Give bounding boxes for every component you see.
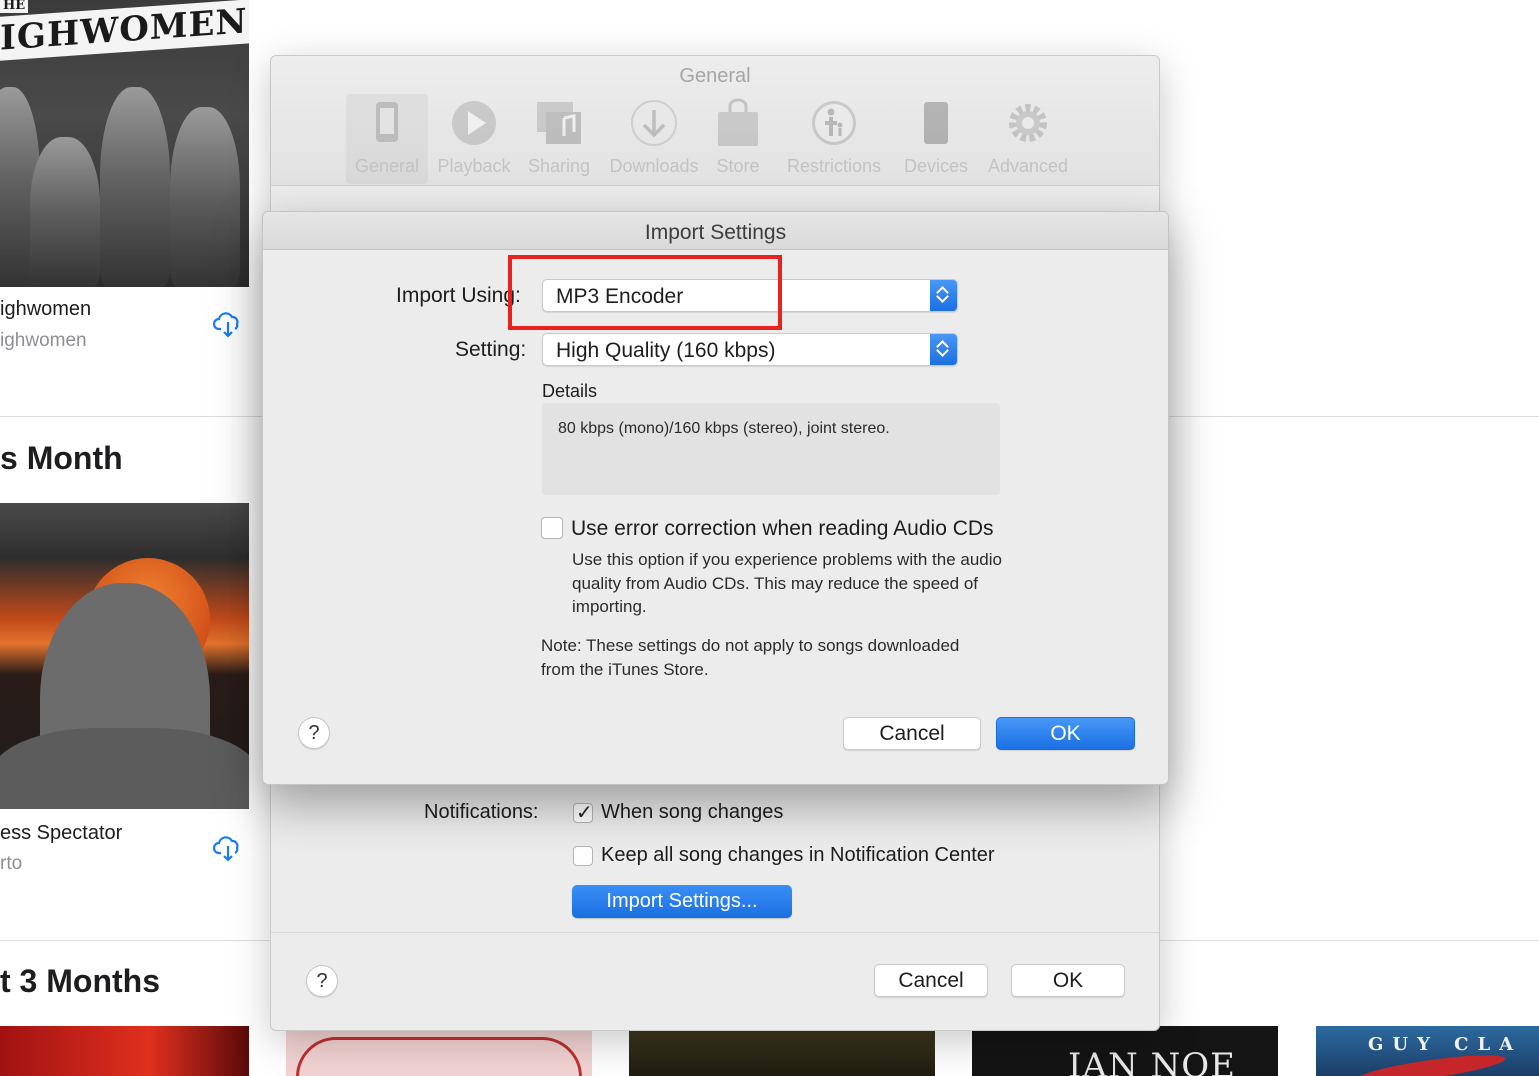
checkmark-icon: ✓ — [576, 802, 593, 824]
details-box: 80 kbps (mono)/160 kbps (stereo), joint … — [542, 403, 1000, 495]
dialog-title: Import Settings — [644, 221, 787, 244]
error-correction-help-text: Use this option if you experience proble… — [572, 550, 1002, 616]
help-button[interactable]: ? — [298, 717, 330, 749]
when-song-changes-label[interactable]: When song changes — [601, 801, 783, 824]
when-song-changes-checkbox[interactable]: ✓ — [573, 802, 593, 824]
sharing-icon — [537, 102, 581, 144]
album-art-text-small: HE — [0, 0, 29, 13]
album-art[interactable] — [629, 1026, 935, 1076]
phone-icon — [376, 102, 398, 142]
error-correction-label[interactable]: Use error correction when reading Audio … — [571, 517, 994, 541]
popup-arrows-icon — [930, 334, 957, 365]
cloud-download-icon[interactable] — [213, 833, 243, 863]
details-label: Details — [542, 381, 598, 401]
tab-restrictions[interactable]: Restrictions — [777, 94, 891, 184]
tab-sharing[interactable]: Sharing — [521, 94, 597, 184]
tab-devices[interactable]: Devices — [897, 94, 975, 184]
tab-playback[interactable]: Playback — [431, 94, 517, 184]
keep-song-changes-label[interactable]: Keep all song changes in Notification Ce… — [601, 844, 995, 867]
divider — [0, 416, 262, 417]
tab-store[interactable]: Store — [708, 94, 768, 184]
tab-label: Playback — [437, 156, 511, 176]
tab-general[interactable]: General — [346, 94, 428, 184]
gear-icon — [1009, 104, 1047, 142]
album-art[interactable] — [286, 1026, 592, 1076]
tab-label: Sharing — [527, 156, 591, 176]
keep-song-changes-checkbox[interactable] — [573, 846, 593, 866]
album-stamp-shape — [296, 1037, 582, 1076]
figure-silhouette — [30, 137, 100, 287]
album-artist[interactable]: ighwomen — [0, 330, 87, 352]
album-art[interactable]: IAN NOE — [972, 1026, 1278, 1076]
album-title[interactable]: ighwomen — [0, 298, 91, 321]
section-heading: t 3 Months — [0, 963, 160, 999]
divider — [1169, 416, 1539, 417]
import-using-label: Import Using: — [396, 284, 521, 307]
divider — [0, 940, 270, 941]
setting-value: High Quality (160 kbps) — [556, 339, 776, 362]
highlight-annotation-box — [508, 255, 782, 330]
ok-button[interactable]: OK — [996, 717, 1135, 750]
tab-label: Restrictions — [786, 156, 882, 176]
help-button[interactable]: ? — [306, 965, 338, 997]
dialog-titlebar: Import Settings — [263, 212, 1168, 250]
cancel-button[interactable]: Cancel — [843, 717, 981, 750]
setting-select[interactable]: High Quality (160 kbps) — [542, 333, 958, 366]
popup-arrows-icon — [930, 280, 957, 311]
album-art-text: IAN NOE — [1068, 1046, 1236, 1076]
tab-label: Downloads — [609, 156, 699, 176]
shoulders-silhouette — [0, 728, 249, 809]
figure-silhouette — [170, 107, 240, 287]
store-bag-icon — [718, 98, 758, 146]
tab-downloads[interactable]: Downloads — [604, 94, 704, 184]
divider — [271, 932, 1159, 933]
figure-silhouette — [100, 87, 170, 287]
note-text: Note: These settings do not apply to son… — [541, 636, 960, 679]
album-art-text: GUY CLA — [1368, 1034, 1523, 1055]
tab-label: Store — [716, 156, 760, 176]
cancel-button[interactable]: Cancel — [874, 964, 988, 997]
album-title[interactable]: ess Spectator — [0, 822, 122, 845]
album-art[interactable]: GUY CLA — [1316, 1026, 1539, 1076]
import-settings-button[interactable]: Import Settings... — [572, 885, 792, 918]
album-art-spectator[interactable] — [0, 503, 249, 809]
tab-advanced[interactable]: Advanced — [981, 94, 1075, 184]
tab-label: Advanced — [987, 156, 1069, 176]
divider — [1160, 940, 1539, 941]
tab-label: General — [354, 156, 420, 176]
play-icon — [452, 101, 496, 145]
album-artist[interactable]: rto — [0, 853, 22, 875]
ok-button[interactable]: OK — [1011, 964, 1125, 997]
restrictions-icon — [812, 101, 856, 145]
setting-label: Setting: — [455, 338, 527, 361]
details-text: 80 kbps (mono)/160 kbps (stereo), joint … — [558, 420, 890, 437]
cloud-download-icon[interactable] — [213, 309, 243, 339]
prefs-toolbar: General General Playback Sharing Downloa… — [271, 56, 1159, 186]
device-icon — [924, 102, 948, 144]
download-icon — [631, 100, 677, 146]
notifications-label: Notifications: — [424, 801, 539, 823]
error-correction-checkbox[interactable] — [541, 517, 563, 539]
album-art-highwomen[interactable]: IGHWOMEN HE — [0, 0, 249, 287]
window-title: General — [679, 65, 751, 87]
album-art[interactable] — [0, 1026, 249, 1076]
tab-label: Devices — [903, 156, 969, 176]
section-heading: s Month — [0, 440, 123, 476]
